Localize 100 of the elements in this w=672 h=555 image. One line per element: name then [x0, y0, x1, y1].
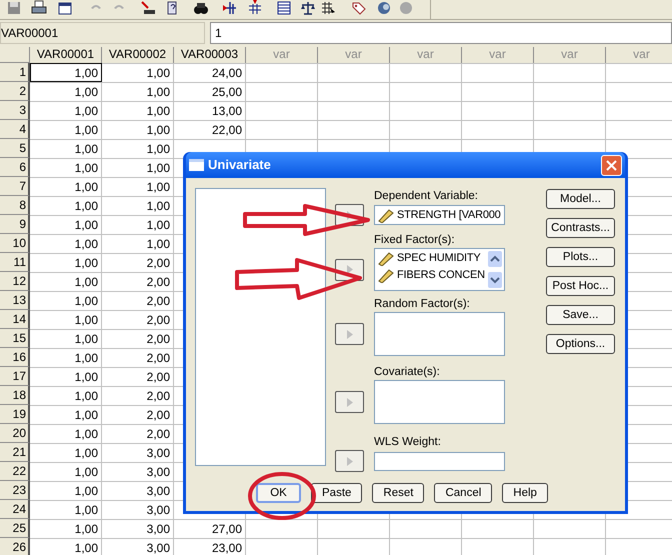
- field-label: Random Factor(s):: [374, 298, 471, 311]
- table-cell[interactable]: 3,00: [102, 500, 174, 519]
- table-cell[interactable]: 1,00: [30, 158, 102, 177]
- table-cell[interactable]: 3,00: [102, 462, 174, 481]
- dialog-button[interactable]: Contrasts...: [546, 218, 615, 238]
- table-cell[interactable]: 2,00: [102, 424, 174, 443]
- table-cell[interactable]: 1,00: [102, 101, 174, 120]
- row-number[interactable]: 3: [0, 101, 30, 120]
- table-cell[interactable]: 2,00: [102, 310, 174, 329]
- table-cell[interactable]: 1,00: [102, 158, 174, 177]
- table-cell[interactable]: 3,00: [102, 481, 174, 500]
- table-cell[interactable]: 1,00: [102, 234, 174, 253]
- table-cell[interactable]: 1,00: [30, 272, 102, 291]
- row-number[interactable]: 20: [0, 424, 30, 443]
- table-cell[interactable]: 1,00: [30, 424, 102, 443]
- table-cell[interactable]: 2,00: [102, 253, 174, 272]
- row-number[interactable]: 1: [0, 63, 30, 82]
- row-number[interactable]: 21: [0, 443, 30, 462]
- table-cell[interactable]: 1,00: [30, 63, 102, 82]
- row-number[interactable]: 7: [0, 177, 30, 196]
- row-number[interactable]: 12: [0, 272, 30, 291]
- table-cell[interactable]: 1,00: [30, 329, 102, 348]
- variable-name-field: VAR00001: [0, 22, 205, 44]
- row-number[interactable]: 15: [0, 329, 30, 348]
- dialog-button[interactable]: OK: [256, 483, 301, 503]
- row-number[interactable]: 5: [0, 139, 30, 158]
- table-cell[interactable]: 1,00: [30, 310, 102, 329]
- table-cell[interactable]: 2,00: [102, 291, 174, 310]
- row-number[interactable]: 14: [0, 310, 30, 329]
- field-label: Fixed Factor(s):: [374, 234, 456, 247]
- row-number[interactable]: 11: [0, 253, 30, 272]
- row-number[interactable]: 24: [0, 500, 30, 519]
- table-cell[interactable]: 1,00: [102, 82, 174, 101]
- table-cell[interactable]: 1,00: [30, 101, 102, 120]
- table-cell[interactable]: 1,00: [30, 405, 102, 424]
- table-cell[interactable]: 1,00: [30, 348, 102, 367]
- row-number[interactable]: 23: [0, 481, 30, 500]
- table-cell[interactable]: 1,00: [102, 196, 174, 215]
- table-cell[interactable]: 1,00: [30, 386, 102, 405]
- table-cell[interactable]: 1,00: [30, 538, 102, 555]
- row-number[interactable]: 25: [0, 519, 30, 538]
- table-cell[interactable]: 22,00: [174, 120, 246, 139]
- table-cell[interactable]: 13,00: [174, 101, 246, 120]
- dialog-button[interactable]: Cancel: [434, 483, 492, 503]
- table-cell[interactable]: 1,00: [30, 234, 102, 253]
- field-label: WLS Weight:: [374, 436, 442, 449]
- table-cell[interactable]: 1,00: [30, 443, 102, 462]
- table-cell[interactable]: 2,00: [102, 272, 174, 291]
- row-number[interactable]: 6: [0, 158, 30, 177]
- window-title: Univariate: [208, 156, 271, 174]
- table-cell[interactable]: 3,00: [102, 443, 174, 462]
- table-cell[interactable]: 1,00: [30, 500, 102, 519]
- table-cell[interactable]: 1,00: [30, 291, 102, 310]
- dialog-button[interactable]: Options...: [546, 334, 615, 354]
- table-cell[interactable]: 2,00: [102, 367, 174, 386]
- table-cell[interactable]: 1,00: [30, 215, 102, 234]
- table-cell[interactable]: 1,00: [30, 196, 102, 215]
- table-cell[interactable]: 1,00: [30, 367, 102, 386]
- dialog-button[interactable]: Paste: [311, 483, 362, 503]
- table-cell[interactable]: 1,00: [30, 139, 102, 158]
- row-number[interactable]: 19: [0, 405, 30, 424]
- table-cell[interactable]: 3,00: [102, 538, 174, 555]
- row-number[interactable]: 18: [0, 386, 30, 405]
- table-cell[interactable]: 1,00: [102, 177, 174, 196]
- table-cell[interactable]: 2,00: [102, 386, 174, 405]
- table-cell[interactable]: 1,00: [30, 120, 102, 139]
- table-cell[interactable]: 24,00: [174, 63, 246, 82]
- table-cell[interactable]: 2,00: [102, 405, 174, 424]
- table-cell[interactable]: 1,00: [30, 253, 102, 272]
- row-number[interactable]: 17: [0, 367, 30, 386]
- table-cell[interactable]: 1,00: [102, 120, 174, 139]
- table-cell[interactable]: 2,00: [102, 348, 174, 367]
- table-cell[interactable]: 27,00: [174, 519, 246, 538]
- table-cell[interactable]: 1,00: [30, 82, 102, 101]
- row-number[interactable]: 13: [0, 291, 30, 310]
- table-cell[interactable]: 1,00: [102, 215, 174, 234]
- row-number[interactable]: 16: [0, 348, 30, 367]
- row-number[interactable]: 8: [0, 196, 30, 215]
- row-number[interactable]: 4: [0, 120, 30, 139]
- dialog-button[interactable]: Post Hoc...: [546, 276, 615, 296]
- row-number[interactable]: 10: [0, 234, 30, 253]
- cell-value-field[interactable]: 1: [210, 22, 672, 44]
- table-cell[interactable]: 1,00: [30, 481, 102, 500]
- dialog-button[interactable]: Help: [502, 483, 548, 503]
- row-number[interactable]: 9: [0, 215, 30, 234]
- dialog-button[interactable]: Model...: [546, 189, 615, 209]
- table-cell[interactable]: 1,00: [30, 519, 102, 538]
- table-cell[interactable]: 2,00: [102, 329, 174, 348]
- dialog-button[interactable]: Plots...: [546, 247, 615, 267]
- table-cell[interactable]: 23,00: [174, 538, 246, 555]
- table-cell[interactable]: 1,00: [102, 63, 174, 82]
- table-cell[interactable]: 1,00: [30, 462, 102, 481]
- row-number[interactable]: 2: [0, 82, 30, 101]
- dialog-button[interactable]: Reset: [372, 483, 424, 503]
- table-cell[interactable]: 1,00: [30, 177, 102, 196]
- table-cell[interactable]: 3,00: [102, 519, 174, 538]
- table-cell[interactable]: 1,00: [102, 139, 174, 158]
- row-number[interactable]: 22: [0, 462, 30, 481]
- table-cell[interactable]: 25,00: [174, 82, 246, 101]
- dialog-button[interactable]: Save...: [546, 305, 615, 325]
